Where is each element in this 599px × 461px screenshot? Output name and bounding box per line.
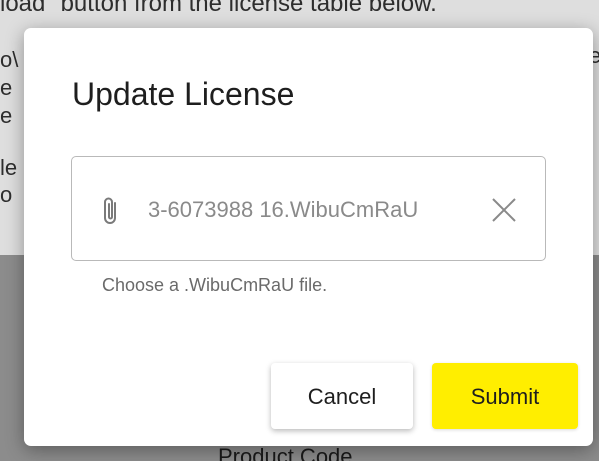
selected-file-name: 3-6073988 16.WibuCmRaU: [148, 197, 419, 222]
submit-button[interactable]: Submit: [432, 363, 578, 429]
update-license-dialog: Update License 3-6073988 16.WibuCmRaU Ch…: [24, 28, 593, 446]
background-left-fragment: e: [0, 104, 13, 128]
paperclip-icon: [100, 195, 122, 227]
close-icon[interactable]: [486, 192, 522, 228]
background-table-header: Product Code: [218, 444, 353, 461]
dialog-title: Update License: [72, 76, 295, 112]
cancel-button[interactable]: Cancel: [271, 363, 413, 429]
license-file-field[interactable]: 3-6073988 16.WibuCmRaU: [71, 156, 546, 261]
background-instruction-text: load" button from the license table belo…: [0, 0, 437, 17]
background-left-fragment: le: [0, 156, 18, 180]
background-left-fragment: o\: [0, 48, 19, 72]
background-left-fragment: e: [0, 76, 13, 100]
file-helper-text: Choose a .WibuCmRaU file.: [102, 275, 328, 295]
background-left-fragment: o: [0, 183, 13, 207]
